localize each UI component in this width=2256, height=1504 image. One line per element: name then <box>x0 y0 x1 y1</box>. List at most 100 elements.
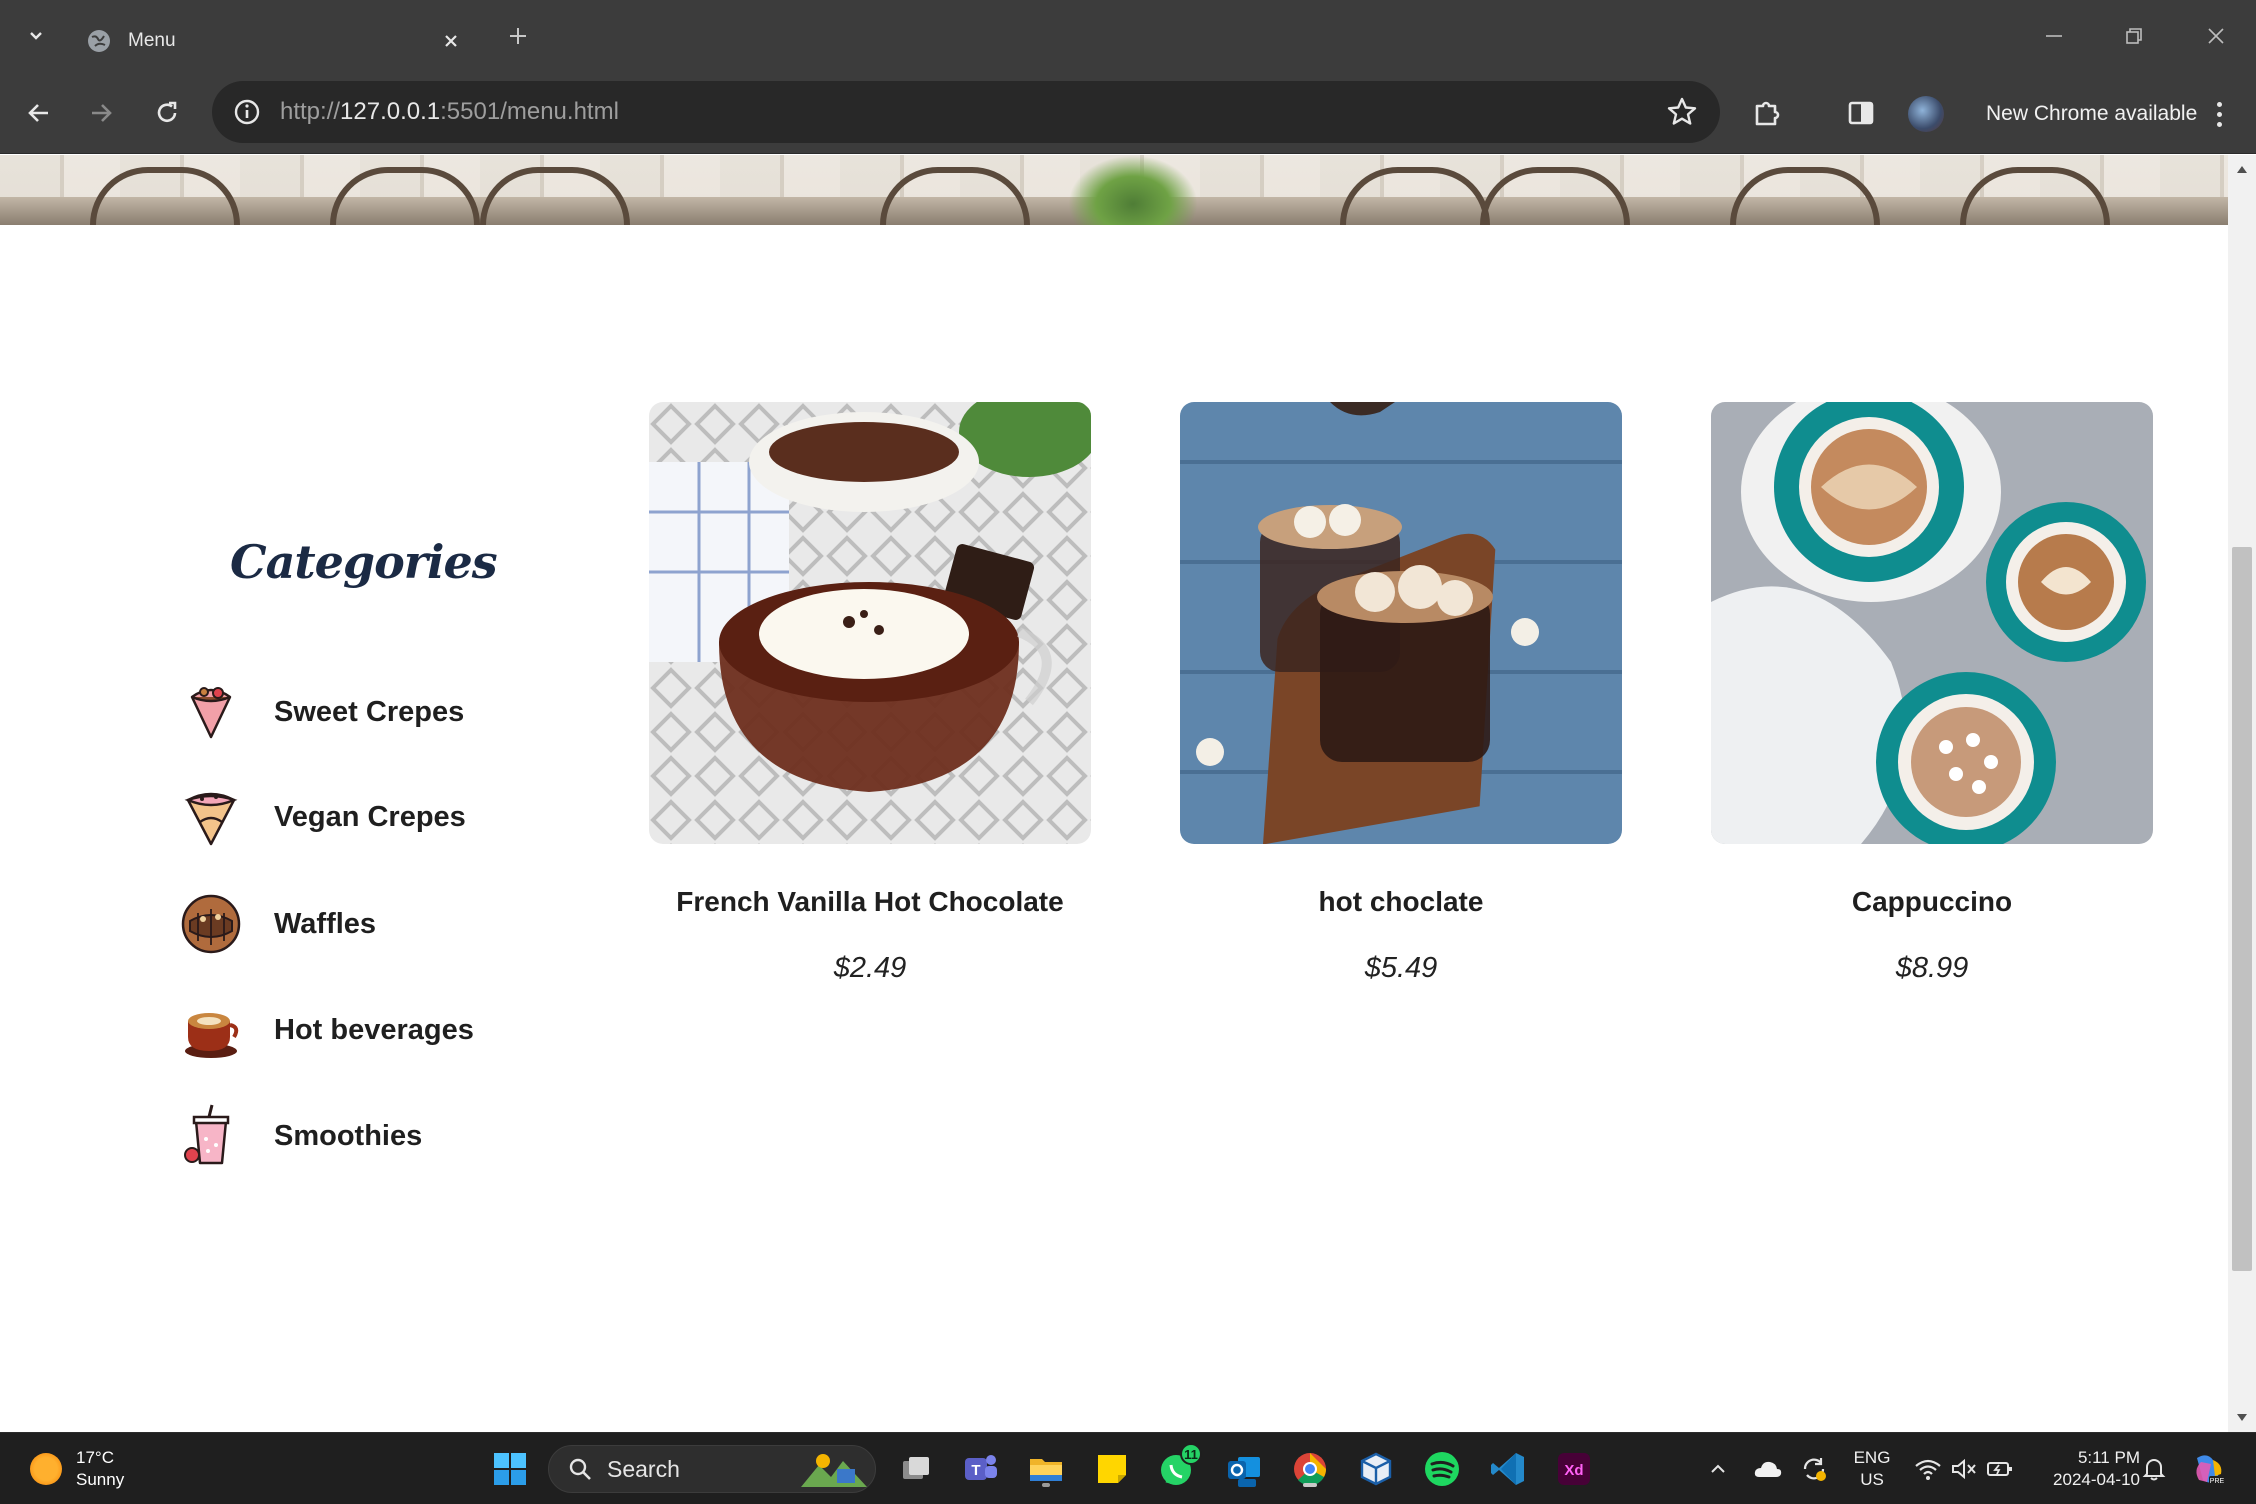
browser-tab[interactable]: Menu <box>70 10 480 72</box>
product-card[interactable]: French Vanilla Hot Chocolate $2.49 <box>649 402 1091 985</box>
product-price: $2.49 <box>833 952 907 984</box>
categories-heading: Categories <box>230 535 498 589</box>
tab-search-button[interactable] <box>18 18 54 54</box>
globe-icon <box>88 30 110 52</box>
scrollbar-thumb[interactable] <box>2232 547 2252 1271</box>
language-indicator[interactable]: ENG US <box>1850 1447 1894 1491</box>
chevron-down-icon <box>30 32 42 40</box>
vscode-app[interactable] <box>1486 1447 1530 1491</box>
svg-text:PRE: PRE <box>2210 1478 2225 1485</box>
profile-avatar[interactable] <box>1908 96 1944 132</box>
spotify-app[interactable] <box>1420 1447 1464 1491</box>
adobe-xd-app[interactable]: Xd <box>1552 1447 1596 1491</box>
address-bar[interactable]: http://127.0.0.1:5501/menu.html <box>212 81 1720 143</box>
clock-time: 5:11 PM <box>2077 1448 2140 1467</box>
notification-badge: 11 <box>1180 1443 1202 1465</box>
search-icon <box>569 1458 591 1480</box>
new-tab-button[interactable] <box>500 18 536 54</box>
side-panel-button[interactable] <box>1840 92 1882 134</box>
language-code: ENG <box>1853 1448 1891 1467</box>
tab-close-button[interactable] <box>438 28 464 54</box>
product-image[interactable] <box>1711 402 2153 844</box>
adobe-xd-icon: Xd <box>1558 1453 1590 1485</box>
reload-button[interactable] <box>146 92 188 134</box>
url-scheme: http:// <box>280 98 341 125</box>
product-card[interactable]: hot choclate $5.49 <box>1180 402 1622 985</box>
url-host: 127.0.0.1 <box>340 98 441 125</box>
minimize-button[interactable] <box>2032 14 2076 58</box>
extensions-button[interactable] <box>1746 92 1788 134</box>
sticky-notes-app[interactable] <box>1090 1447 1134 1491</box>
vscode-icon <box>1491 1453 1524 1485</box>
scroll-up-button[interactable] <box>2228 155 2256 183</box>
category-label: Vegan Crepes <box>274 800 466 833</box>
close-window-button[interactable] <box>2194 14 2238 58</box>
product-image[interactable] <box>649 402 1091 844</box>
weather-widget[interactable]: 17°C Sunny <box>30 1447 124 1491</box>
crepe-icon <box>190 687 232 739</box>
file-explorer-app[interactable] <box>1024 1447 1068 1491</box>
puzzle-icon <box>1755 101 1780 126</box>
browser-tab-bar: Menu <box>0 0 2256 72</box>
product-name: French Vanilla Hot Chocolate <box>676 886 1064 917</box>
windows-taskbar: 17°C Sunny Search T 11 Xd ENG US 5:11 PM… <box>0 1432 2256 1504</box>
chrome-app[interactable] <box>1288 1447 1332 1491</box>
coffee-cup-icon <box>185 1013 239 1058</box>
vegan-crepe-icon <box>184 792 238 846</box>
category-label: Smoothies <box>274 1119 423 1152</box>
battery-charging-icon <box>1987 1462 2012 1476</box>
url-text: http://127.0.0.1:5501/menu.html <box>280 98 1664 126</box>
smoothie-icon <box>184 1104 230 1165</box>
product-name: hot choclate <box>1318 886 1484 917</box>
restore-icon <box>2126 28 2142 44</box>
side-panel-icon <box>1848 101 1874 125</box>
sync-tray[interactable] <box>1792 1447 1836 1491</box>
onedrive-tray[interactable] <box>1746 1447 1790 1491</box>
notifications-button[interactable] <box>2132 1447 2176 1491</box>
show-hidden-icons-button[interactable] <box>1696 1447 1740 1491</box>
back-button[interactable] <box>18 92 60 134</box>
chrome-update-button[interactable]: New Chrome available <box>1986 96 2197 132</box>
category-label: Waffles <box>274 907 377 940</box>
forward-button[interactable] <box>80 92 122 134</box>
arrow-left-icon <box>28 104 48 122</box>
close-icon <box>2208 28 2224 44</box>
virtualbox-app[interactable] <box>1354 1447 1398 1491</box>
category-sweet-crepes[interactable]: Sweet Crepes <box>178 679 464 745</box>
product-card[interactable]: Cappuccino $8.99 <box>1711 402 2153 985</box>
product-image[interactable] <box>1180 402 1622 844</box>
clock-date: 2024-04-10 <box>2053 1470 2140 1489</box>
category-smoothies[interactable]: Smoothies <box>178 1103 422 1169</box>
taskbar-search[interactable]: Search <box>548 1445 876 1493</box>
sticky-note-icon <box>1098 1455 1126 1483</box>
task-view-button[interactable] <box>894 1447 938 1491</box>
browser-toolbar: http://127.0.0.1:5501/menu.html New Chro… <box>0 72 2256 154</box>
page-scrollbar[interactable] <box>2228 155 2256 1432</box>
weather-description: Sunny <box>76 1470 125 1489</box>
category-vegan-crepes[interactable]: Vegan Crepes <box>178 784 466 850</box>
hero-banner-image <box>0 155 2228 225</box>
arrow-right-icon <box>92 104 112 122</box>
clock[interactable]: 5:11 PM 2024-04-10 <box>2030 1447 2140 1491</box>
teams-app[interactable]: T <box>958 1447 1002 1491</box>
minimize-icon <box>2046 35 2062 37</box>
scroll-down-button[interactable] <box>2228 1404 2256 1432</box>
cloud-icon <box>1754 1461 1782 1477</box>
search-label: Search <box>607 1455 680 1482</box>
whatsapp-app[interactable]: 11 <box>1156 1443 1202 1491</box>
category-hot-beverages[interactable]: Hot beverages <box>178 997 474 1063</box>
category-waffles[interactable]: Waffles <box>178 891 376 957</box>
bookmark-star-icon[interactable] <box>1664 94 1700 130</box>
tab-title: Menu <box>128 30 176 51</box>
chrome-menu-button[interactable] <box>2204 96 2234 132</box>
chevron-up-icon <box>1711 1464 1725 1473</box>
restore-button[interactable] <box>2112 14 2156 58</box>
triangle-up-icon <box>2237 166 2247 173</box>
search-highlight-icon <box>801 1454 867 1487</box>
product-name: Cappuccino <box>1851 886 2013 917</box>
wifi-icon <box>1915 1459 1941 1480</box>
outlook-app[interactable] <box>1222 1447 1266 1491</box>
start-button[interactable] <box>488 1447 532 1491</box>
battery-tray[interactable] <box>1978 1447 2022 1491</box>
copilot-button[interactable]: PRE <box>2186 1447 2230 1491</box>
